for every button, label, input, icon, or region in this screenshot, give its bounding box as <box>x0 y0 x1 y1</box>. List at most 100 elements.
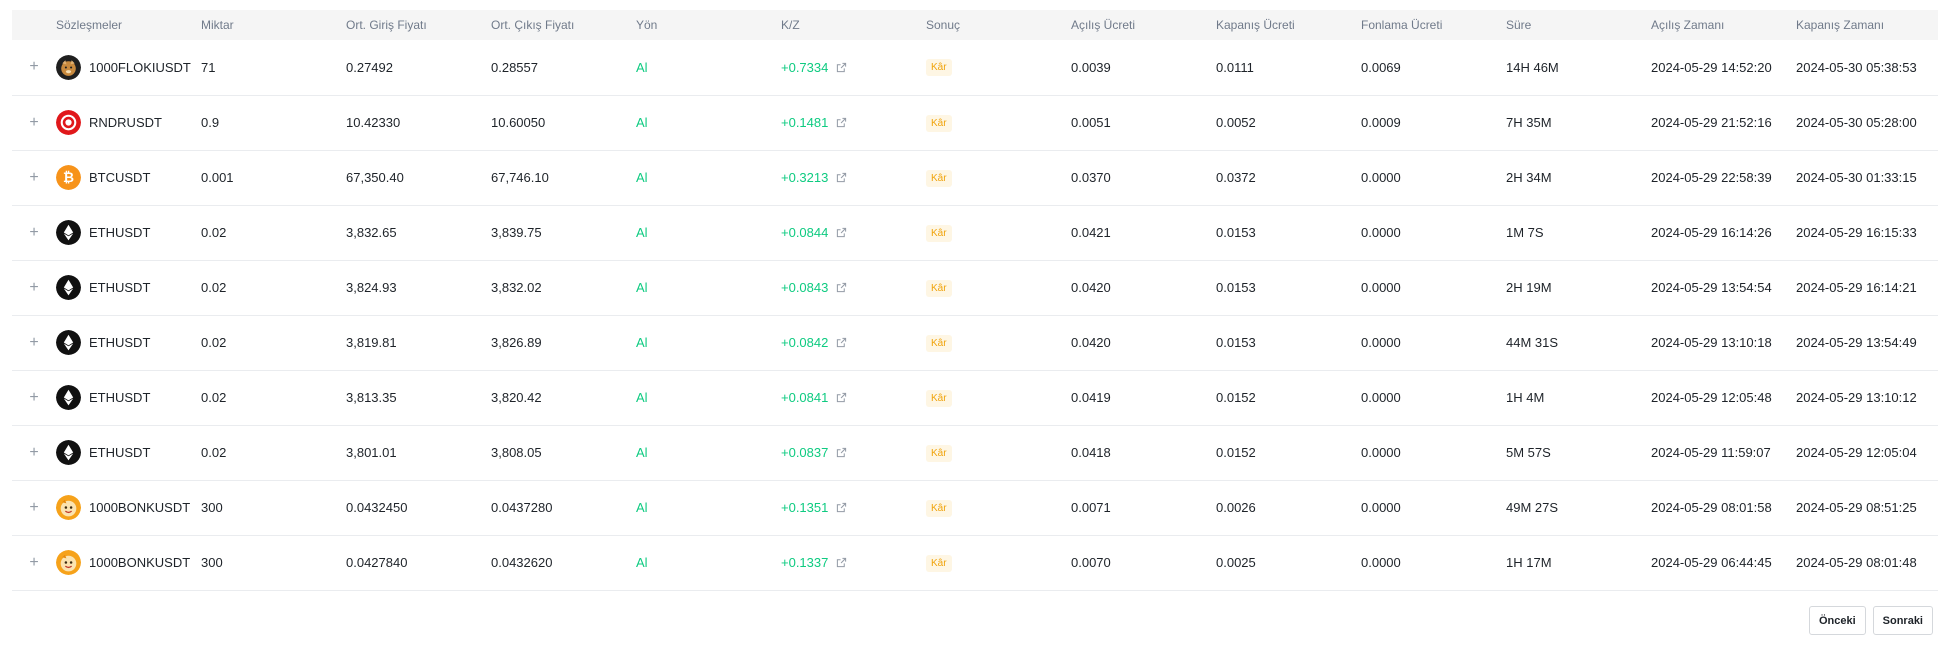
plus-icon: + <box>29 58 39 76</box>
close-time-cell: 2024-05-30 05:38:53 <box>1796 59 1917 75</box>
external-link-icon[interactable] <box>836 557 847 568</box>
close-time-cell: 2024-05-29 13:54:49 <box>1796 335 1917 350</box>
open-time-cell: 2024-05-29 08:01:58 <box>1651 500 1772 515</box>
header-contract: Sözleşmeler <box>56 18 123 32</box>
open-time-cell: 2024-05-29 11:59:07 <box>1651 445 1771 460</box>
table-body: +1000FLOKIUSDT 71 0.27492 0.28557 Al +0.7334 K… <box>12 40 1938 590</box>
external-link-icon[interactable] <box>836 117 847 128</box>
contract-cell: 1000BONKUSDT <box>56 535 201 590</box>
open-fee-cell: 0.0420 <box>1071 280 1111 295</box>
floki-icon <box>56 54 81 80</box>
expand-row-button[interactable]: + <box>12 425 56 480</box>
svg-text:₿: ₿ <box>63 170 74 186</box>
avg-entry-price-cell: 3,832.65 <box>346 225 397 240</box>
plus-icon: + <box>29 388 39 406</box>
funding-fee-cell: 0.0000 <box>1361 390 1401 405</box>
close-time-cell: 2024-05-29 16:14:21 <box>1796 280 1917 295</box>
duration-cell: 14H 46M <box>1506 59 1559 75</box>
external-link-icon[interactable] <box>836 282 847 293</box>
expand-row-button[interactable]: + <box>12 260 56 315</box>
table-row: + RNDRUSDT 0.9 10.42330 10.60050 Al +0.1481 Kâr… <box>12 95 1938 150</box>
result-cell: Kâr <box>926 205 1071 260</box>
quantity-cell: 0.02 <box>201 445 227 460</box>
duration-cell: 2H 34M <box>1506 170 1552 185</box>
ethereum-icon <box>56 275 81 300</box>
avg-exit-price-cell: 3,839.75 <box>491 225 542 240</box>
funding-fee-cell: 0.0000 <box>1361 445 1401 460</box>
external-link-icon[interactable] <box>836 502 847 513</box>
avg-exit-price-cell: 3,820.42 <box>491 390 542 405</box>
contract-symbol: ETHUSDT <box>89 335 151 350</box>
ethereum-icon <box>56 440 81 465</box>
close-time-cell: 2024-05-29 13:10:12 <box>1796 390 1917 405</box>
expand-row-button[interactable]: + <box>12 40 56 95</box>
expand-row-button[interactable]: + <box>12 535 56 590</box>
side-cell: Al <box>636 500 648 515</box>
avg-entry-price-cell: 3,801.01 <box>346 445 397 460</box>
close-fee-cell: 0.0052 <box>1216 115 1256 130</box>
result-cell: Kâr <box>926 40 1071 95</box>
avg-entry-price-cell: 67,350.40 <box>346 170 404 185</box>
open-fee-cell: 0.0421 <box>1071 225 1111 240</box>
bonk-icon <box>56 550 81 575</box>
bonk-icon <box>56 495 81 520</box>
external-link-icon[interactable] <box>836 172 847 183</box>
open-fee-cell: 0.0420 <box>1071 335 1111 350</box>
next-page-button[interactable]: Sonraki <box>1872 606 1933 635</box>
external-link-icon[interactable] <box>836 337 847 348</box>
close-time-cell: 2024-05-29 12:05:04 <box>1796 445 1917 460</box>
avg-exit-price-cell: 0.28557 <box>491 59 538 75</box>
expand-row-button[interactable]: + <box>12 205 56 260</box>
close-fee-cell: 0.0026 <box>1216 500 1256 515</box>
expand-row-button[interactable]: + <box>12 480 56 535</box>
result-badge: Kâr <box>926 334 952 352</box>
open-time-cell: 2024-05-29 22:58:39 <box>1651 170 1772 185</box>
avg-entry-price-cell: 3,819.81 <box>346 335 397 350</box>
table-row: + ₿ BTCUSDT 0.001 67,350.40 67,746.10 Al +0.321… <box>12 150 1938 205</box>
plus-icon: + <box>29 498 39 516</box>
contract-cell: ETHUSDT <box>56 425 201 480</box>
header-avg-exit-price: Ort. Çıkış Fiyatı <box>491 18 575 32</box>
pnl-value: +0.1351 <box>781 500 829 515</box>
contract-symbol: ETHUSDT <box>89 225 151 240</box>
close-fee-cell: 0.0372 <box>1216 170 1256 185</box>
table-row: + ETHUSDT 0.02 3,819.81 3,826.89 Al +0.0842 Kâr… <box>12 315 1938 370</box>
avg-entry-price-cell: 0.27492 <box>346 59 393 75</box>
external-link-icon[interactable] <box>836 447 847 458</box>
quantity-cell: 300 <box>201 500 223 515</box>
funding-fee-cell: 0.0000 <box>1361 335 1401 350</box>
result-badge: Kâr <box>926 224 952 242</box>
result-badge: Kâr <box>926 554 952 572</box>
open-fee-cell: 0.0418 <box>1071 445 1111 460</box>
result-badge: Kâr <box>926 169 952 187</box>
expand-row-button[interactable]: + <box>12 315 56 370</box>
close-time-cell: 2024-05-29 08:51:25 <box>1796 500 1917 515</box>
pnl-value: +0.0844 <box>781 225 829 240</box>
close-fee-cell: 0.0111 <box>1216 59 1254 75</box>
side-cell: Al <box>636 390 648 405</box>
pnl-cell: +0.0843 <box>781 260 926 315</box>
pnl-cell: +0.0841 <box>781 370 926 425</box>
external-link-icon[interactable] <box>836 392 847 403</box>
avg-exit-price-cell: 3,826.89 <box>491 335 542 350</box>
contract-cell: 1000FLOKIUSDT <box>56 40 201 95</box>
trade-history-table-container: Sözleşmeler Miktar Ort. Giriş Fiyatı Ort… <box>12 10 1938 591</box>
plus-icon: + <box>29 278 39 296</box>
close-time-cell: 2024-05-30 05:28:00 <box>1796 115 1917 130</box>
expand-row-button[interactable]: + <box>12 95 56 150</box>
avg-entry-price-cell: 10.42330 <box>346 115 401 130</box>
external-link-icon[interactable] <box>836 62 847 73</box>
expand-row-button[interactable]: + <box>12 370 56 425</box>
contract-symbol: ETHUSDT <box>89 445 151 460</box>
close-fee-cell: 0.0152 <box>1216 445 1256 460</box>
avg-exit-price-cell: 3,832.02 <box>491 280 542 295</box>
header-quantity: Miktar <box>201 18 234 32</box>
funding-fee-cell: 0.0000 <box>1361 555 1401 570</box>
pagination: Önceki Sonraki <box>1808 606 1933 635</box>
external-link-icon[interactable] <box>836 227 847 238</box>
previous-page-button[interactable]: Önceki <box>1808 606 1866 635</box>
contract-cell: 1000BONKUSDT <box>56 480 201 535</box>
expand-row-button[interactable]: + <box>12 150 56 205</box>
side-cell: Al <box>636 225 648 240</box>
duration-cell: 1H 4M <box>1506 390 1545 405</box>
